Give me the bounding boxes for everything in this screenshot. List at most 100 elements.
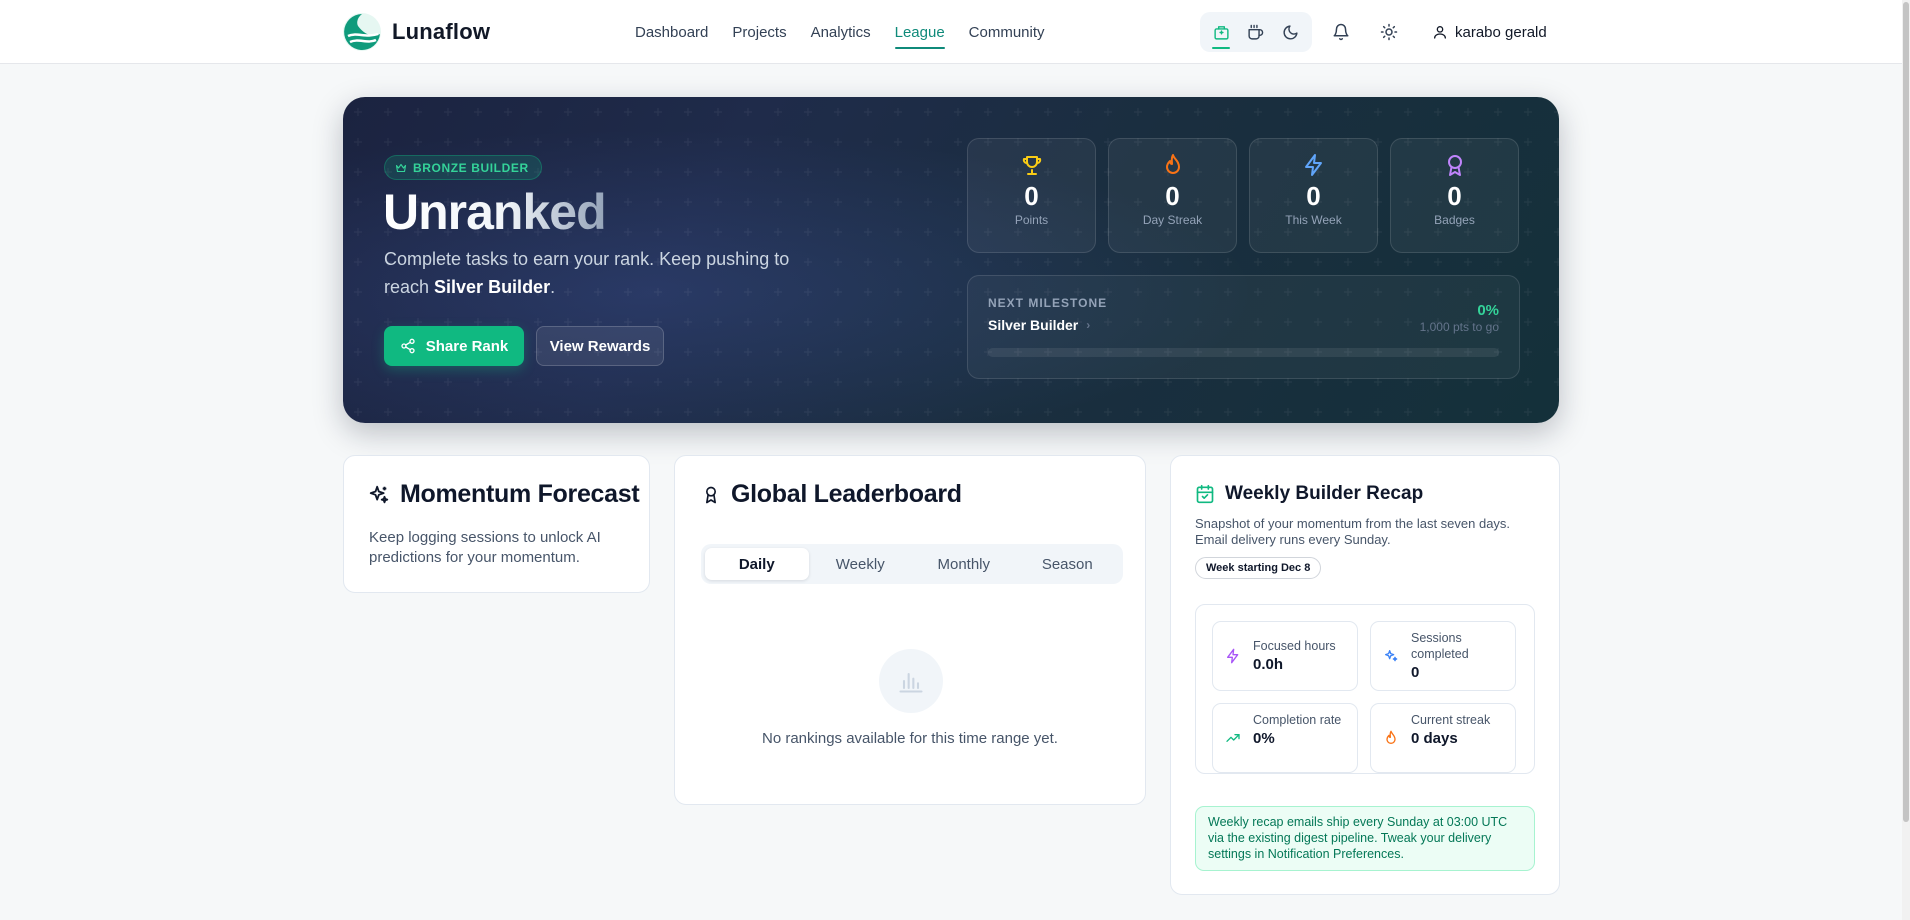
- metric-focused-hours: Focused hours 0.0h: [1212, 621, 1358, 691]
- sparkle-icon: [368, 484, 390, 506]
- stat-badges: 0 Badges: [1390, 138, 1519, 253]
- top-navbar: Lunaflow Dashboard Projects Analytics Le…: [0, 0, 1902, 64]
- coffee-icon: [1247, 24, 1264, 41]
- stat-day-streak-label: Day Streak: [1142, 213, 1203, 227]
- share-rank-button[interactable]: Share Rank: [384, 326, 524, 366]
- metric-label: Focused hours: [1253, 639, 1336, 653]
- rank-tier-badge: BRONZE BUILDER: [384, 155, 542, 180]
- trend-up-icon: [1225, 730, 1241, 746]
- week-starting-badge: Week starting Dec 8: [1195, 557, 1322, 579]
- rank-subtitle: Complete tasks to earn your rank. Keep p…: [384, 245, 824, 301]
- notifications-button[interactable]: [1326, 17, 1356, 47]
- user-menu[interactable]: karabo gerald: [1432, 20, 1547, 44]
- view-rewards-button[interactable]: View Rewards: [536, 326, 664, 366]
- stat-this-week: 0 This Week: [1249, 138, 1378, 253]
- bell-icon: [1332, 23, 1350, 41]
- rank-target: Silver Builder: [434, 277, 551, 297]
- weekly-recap-heading: Weekly Builder Recap: [1195, 483, 1423, 505]
- leaderboard-heading: Global Leaderboard: [701, 480, 962, 509]
- milestone-points-to-go: 1,000 pts to go: [1419, 320, 1499, 334]
- theme-switcher: [1200, 12, 1312, 52]
- nav-league[interactable]: League: [894, 20, 945, 49]
- stat-points-label: Points: [1014, 213, 1049, 227]
- tab-daily[interactable]: Daily: [705, 548, 809, 580]
- theme-office-button[interactable]: [1206, 17, 1236, 49]
- momentum-forecast-title: Momentum Forecast: [400, 480, 640, 508]
- metric-label: Completion rate: [1253, 713, 1342, 727]
- metric-current-streak: Current streak 0 days: [1370, 703, 1516, 773]
- leaderboard-empty-text: No rankings available for this time rang…: [762, 730, 1058, 747]
- metric-sessions-completed: Sessions completed 0: [1370, 621, 1516, 691]
- theme-toggle-button[interactable]: [1374, 17, 1404, 47]
- user-icon: [1432, 24, 1448, 40]
- momentum-forecast-text: Keep logging sessions to unlock AI predi…: [369, 529, 601, 566]
- nav-dashboard[interactable]: Dashboard: [635, 20, 708, 45]
- leaderboard-range-tabs: Daily Weekly Monthly Season: [701, 544, 1123, 584]
- theme-coffee-button[interactable]: [1241, 17, 1271, 47]
- metric-label: Current streak: [1411, 713, 1491, 727]
- lunaflow-logo-icon: [342, 12, 382, 52]
- moon-icon: [1282, 24, 1299, 41]
- rank-tier-label: BRONZE BUILDER: [413, 160, 529, 175]
- milestone-progress-bar: [988, 348, 1499, 357]
- ribbon-icon: [701, 484, 721, 506]
- theme-dark-button[interactable]: [1276, 17, 1306, 47]
- chevron-right-icon: ›: [1086, 318, 1091, 332]
- stat-this-week-value: 0: [1306, 181, 1321, 211]
- lightning-icon: [1225, 648, 1241, 664]
- page-scrollbar[interactable]: [1902, 0, 1910, 920]
- stat-points-value: 0: [1024, 181, 1039, 211]
- flame-icon: [1161, 153, 1185, 177]
- weekly-recap-subtitle: Snapshot of your momentum from the last …: [1195, 516, 1511, 547]
- tab-season[interactable]: Season: [1016, 548, 1120, 580]
- milestone-name: Silver Builder: [988, 317, 1079, 333]
- empty-state-illustration: [879, 649, 943, 713]
- momentum-forecast-card: Momentum Forecast Keep logging sessions …: [343, 455, 650, 593]
- bar-chart-icon: [897, 667, 925, 695]
- milestone-percent: 0%: [1477, 302, 1499, 319]
- building-icon: [1213, 24, 1230, 41]
- milestone-link[interactable]: Silver Builder ›: [988, 317, 1090, 333]
- trophy-icon: [1020, 153, 1044, 177]
- tab-monthly[interactable]: Monthly: [912, 548, 1016, 580]
- metric-completion-rate: Completion rate 0%: [1212, 703, 1358, 773]
- scrollbar-thumb[interactable]: [1903, 2, 1909, 822]
- brand[interactable]: Lunaflow: [342, 10, 490, 54]
- nav-projects[interactable]: Projects: [732, 20, 786, 45]
- metric-value: 0: [1411, 664, 1420, 681]
- rank-hero: BRONZE BUILDER Unranked Complete tasks t…: [343, 97, 1559, 423]
- flame-icon: [1383, 730, 1399, 746]
- user-name: karabo gerald: [1455, 23, 1547, 41]
- stat-this-week-label: This Week: [1285, 213, 1342, 227]
- rank-subtitle-end: .: [550, 277, 556, 297]
- global-leaderboard-card: Global Leaderboard Daily Weekly Monthly …: [674, 455, 1146, 805]
- stat-badges-value: 0: [1447, 181, 1462, 211]
- rank-title: Unranked: [383, 184, 607, 240]
- lightning-icon: [1302, 153, 1326, 177]
- stat-day-streak: 0 Day Streak: [1108, 138, 1237, 253]
- share-rank-label: Share Rank: [425, 337, 509, 355]
- next-milestone-panel: NEXT MILESTONE Silver Builder › 0% 1,000…: [967, 275, 1520, 379]
- momentum-forecast-heading: Momentum Forecast: [368, 480, 640, 509]
- metric-value: 0.0h: [1253, 656, 1284, 673]
- stat-day-streak-value: 0: [1165, 181, 1180, 211]
- tab-weekly[interactable]: Weekly: [809, 548, 913, 580]
- nav-analytics[interactable]: Analytics: [811, 20, 871, 45]
- recap-delivery-note: Weekly recap emails ship every Sunday at…: [1195, 806, 1535, 871]
- recap-metrics-grid: Focused hours 0.0h Sessions completed 0 …: [1195, 604, 1535, 774]
- metric-label: Sessions completed: [1411, 631, 1469, 661]
- metric-value: 0 days: [1411, 730, 1458, 747]
- calendar-check-icon: [1195, 484, 1215, 504]
- crown-icon: [395, 162, 407, 174]
- weekly-recap-card: Weekly Builder Recap Snapshot of your mo…: [1170, 455, 1560, 895]
- milestone-kicker: NEXT MILESTONE: [988, 296, 1108, 310]
- leaderboard-title: Global Leaderboard: [731, 480, 962, 508]
- share-icon: [400, 338, 416, 354]
- nav-community[interactable]: Community: [969, 20, 1045, 45]
- main-nav: Dashboard Projects Analytics League Comm…: [635, 0, 1045, 64]
- sparkle-icon: [1383, 648, 1399, 664]
- award-icon: [1443, 153, 1467, 177]
- weekly-recap-title: Weekly Builder Recap: [1225, 483, 1424, 504]
- brand-name: Lunaflow: [392, 19, 491, 44]
- metric-value: 0%: [1253, 730, 1275, 747]
